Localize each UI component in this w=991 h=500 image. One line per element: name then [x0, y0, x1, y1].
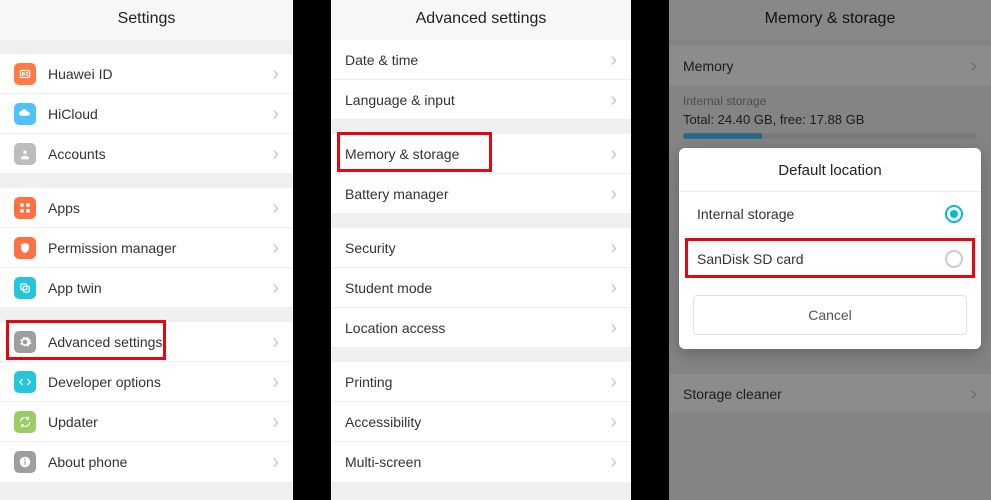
row-student-mode[interactable]: Student mode ›: [331, 268, 631, 308]
row-accounts[interactable]: Accounts ›: [0, 134, 293, 174]
row-hicloud[interactable]: HiCloud ›: [0, 94, 293, 134]
chevron-right-icon: ›: [272, 104, 279, 124]
chevron-right-icon: ›: [610, 184, 617, 204]
row-battery-manager[interactable]: Battery manager ›: [331, 174, 631, 214]
row-label: Apps: [48, 200, 272, 216]
code-icon: [14, 371, 36, 393]
row-label: Huawei ID: [48, 66, 272, 82]
divider: [0, 40, 293, 54]
option-label: Internal storage: [697, 206, 945, 222]
row-label: Location access: [345, 320, 610, 336]
info-icon: [14, 451, 36, 473]
chevron-right-icon: ›: [272, 64, 279, 84]
chevron-right-icon: ›: [610, 90, 617, 110]
twin-icon: [14, 277, 36, 299]
chevron-right-icon: ›: [610, 318, 617, 338]
chevron-right-icon: ›: [610, 412, 617, 432]
divider: [331, 348, 631, 362]
row-label: Language & input: [345, 92, 610, 108]
row-date-time[interactable]: Date & time ›: [331, 40, 631, 80]
row-label: Advanced settings: [48, 334, 272, 350]
row-accessibility[interactable]: Accessibility ›: [331, 402, 631, 442]
row-printing[interactable]: Printing ›: [331, 362, 631, 402]
row-language-input[interactable]: Language & input ›: [331, 80, 631, 120]
update-icon: [14, 411, 36, 433]
row-label: Student mode: [345, 280, 610, 296]
memory-storage-screen: Memory & storage Memory › Internal stora…: [669, 0, 991, 500]
chevron-right-icon: ›: [272, 452, 279, 472]
row-permission-manager[interactable]: Permission manager ›: [0, 228, 293, 268]
advanced-settings-screen: Advanced settings Date & time › Language…: [331, 0, 631, 500]
shield-icon: [14, 237, 36, 259]
row-label: Permission manager: [48, 240, 272, 256]
chevron-right-icon: ›: [610, 238, 617, 258]
chevron-right-icon: ›: [272, 198, 279, 218]
page-title: Advanced settings: [331, 0, 631, 40]
row-huawei-id[interactable]: Huawei ID ›: [0, 54, 293, 94]
divider: [331, 120, 631, 134]
settings-screen: Settings Huawei ID › HiCloud › Accounts …: [0, 0, 293, 500]
chevron-right-icon: ›: [272, 238, 279, 258]
dialog-title: Default location: [679, 148, 981, 192]
row-label: Memory & storage: [345, 146, 610, 162]
row-label: Security: [345, 240, 610, 256]
row-memory-storage[interactable]: Memory & storage ›: [331, 134, 631, 174]
cloud-icon: [14, 103, 36, 125]
chevron-right-icon: ›: [610, 144, 617, 164]
chevron-right-icon: ›: [272, 144, 279, 164]
row-developer-options[interactable]: Developer options ›: [0, 362, 293, 402]
row-label: Multi-screen: [345, 454, 610, 470]
row-label: Developer options: [48, 374, 272, 390]
chevron-right-icon: ›: [610, 278, 617, 298]
radio-unselected-icon: [945, 250, 963, 268]
row-label: HiCloud: [48, 106, 272, 122]
row-label: Battery manager: [345, 186, 610, 202]
chevron-right-icon: ›: [272, 412, 279, 432]
divider: [0, 174, 293, 188]
option-internal-storage[interactable]: Internal storage: [679, 192, 981, 236]
row-label: Date & time: [345, 52, 610, 68]
row-label: Updater: [48, 414, 272, 430]
chevron-right-icon: ›: [272, 278, 279, 298]
option-sandisk-sd[interactable]: SanDisk SD card: [679, 237, 981, 281]
default-location-dialog: Default location Internal storage SanDis…: [679, 148, 981, 349]
row-advanced-settings[interactable]: Advanced settings ›: [0, 322, 293, 362]
row-label: Accounts: [48, 146, 272, 162]
grid-icon: [14, 197, 36, 219]
chevron-right-icon: ›: [272, 332, 279, 352]
row-location-access[interactable]: Location access ›: [331, 308, 631, 348]
row-about-phone[interactable]: About phone ›: [0, 442, 293, 482]
row-updater[interactable]: Updater ›: [0, 402, 293, 442]
radio-selected-icon: [945, 205, 963, 223]
row-apps[interactable]: Apps ›: [0, 188, 293, 228]
chevron-right-icon: ›: [610, 452, 617, 472]
row-label: Printing: [345, 374, 610, 390]
chevron-right-icon: ›: [272, 372, 279, 392]
gear-icon: [14, 331, 36, 353]
chevron-right-icon: ›: [610, 50, 617, 70]
page-title: Settings: [0, 0, 293, 40]
row-label: About phone: [48, 454, 272, 470]
row-security[interactable]: Security ›: [331, 228, 631, 268]
row-label: App twin: [48, 280, 272, 296]
row-app-twin[interactable]: App twin ›: [0, 268, 293, 308]
row-label: Accessibility: [345, 414, 610, 430]
user-icon: [14, 143, 36, 165]
id-icon: [14, 63, 36, 85]
divider: [0, 308, 293, 322]
chevron-right-icon: ›: [610, 372, 617, 392]
option-label: SanDisk SD card: [697, 251, 945, 267]
row-multi-screen[interactable]: Multi-screen ›: [331, 442, 631, 482]
screen-gap: [631, 0, 669, 500]
screen-gap: [293, 0, 331, 500]
divider: [331, 214, 631, 228]
cancel-button[interactable]: Cancel: [693, 295, 967, 335]
